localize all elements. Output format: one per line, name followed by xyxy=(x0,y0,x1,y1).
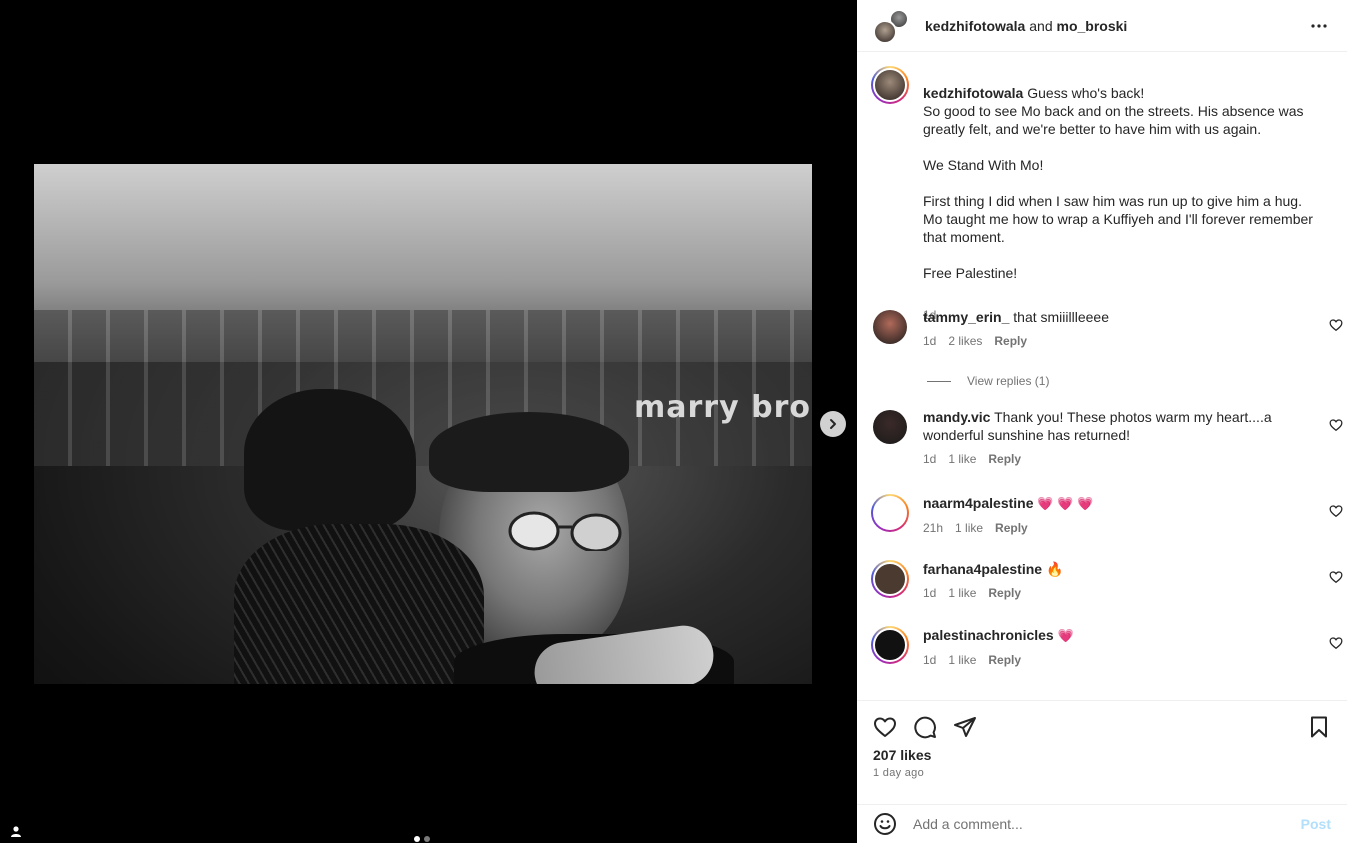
collab-avatars[interactable] xyxy=(873,6,913,46)
comment-like-heart-icon[interactable] xyxy=(1329,318,1343,332)
comment-time: 1d xyxy=(923,334,937,348)
comment-input[interactable] xyxy=(913,816,1301,832)
avatar xyxy=(873,19,897,44)
comment-row: palestinachronicles 💗 1d 1 like Reply xyxy=(857,626,1347,669)
caption-username[interactable]: kedzhifotowala xyxy=(923,85,1023,101)
post-timestamp: 1 day ago xyxy=(873,767,925,779)
author-link[interactable]: kedzhifotowala xyxy=(925,18,1025,34)
comment-username[interactable]: farhana4palestine xyxy=(923,561,1042,577)
user-icon xyxy=(11,826,21,837)
caption-text: Guess who's back! So good to see Mo back… xyxy=(923,85,1313,281)
post-authors: kedzhifotowala and mo_broski xyxy=(925,18,1127,34)
comment-text: 🔥 xyxy=(1045,561,1064,577)
avatar[interactable] xyxy=(873,410,907,444)
comment-likes[interactable]: 1 like xyxy=(948,651,976,669)
comment-like-heart-icon[interactable] xyxy=(1329,570,1343,584)
comment-username[interactable]: palestinachronicles xyxy=(923,627,1054,643)
emoji-button[interactable] xyxy=(873,812,897,836)
comment-icon xyxy=(914,716,936,739)
emoji-icon xyxy=(874,813,896,835)
carousel-indicator xyxy=(414,836,430,842)
comment-time: 1d xyxy=(923,653,937,667)
post-caption: kedzhifotowala Guess who's back! So good… xyxy=(857,52,1347,342)
avatar[interactable] xyxy=(873,310,907,344)
post-panel: kedzhifotowala and mo_broski kedzhifotow… xyxy=(857,0,1347,843)
comment-likes[interactable]: 1 like xyxy=(948,584,976,602)
comment-like-heart-icon[interactable] xyxy=(1329,504,1343,518)
save-button[interactable] xyxy=(1307,715,1331,739)
comment-text: that smiiillleeee xyxy=(1013,309,1109,325)
post-header: kedzhifotowala and mo_broski xyxy=(857,0,1347,52)
comments-section[interactable]: kedzhifotowala Guess who's back! So good… xyxy=(857,52,1347,700)
more-dots-icon xyxy=(1311,23,1327,28)
comment-row: naarm4palestine 💗 💗 💗 21h 1 like Reply xyxy=(857,494,1347,537)
storefront-sign: marry bro xyxy=(634,390,811,425)
child-figure xyxy=(234,524,484,684)
child-hat xyxy=(244,389,416,531)
comment-time: 1d xyxy=(923,586,937,600)
comment-row: tammy_erin_ that smiiillleeee 1d 2 likes Re… xyxy=(857,308,1347,350)
reply-button[interactable]: Reply xyxy=(988,584,1021,602)
avatar[interactable] xyxy=(871,626,909,664)
media-viewer: marry bro xyxy=(0,0,857,843)
view-replies-label: View replies (1) xyxy=(967,374,1050,388)
avatar[interactable] xyxy=(871,494,909,532)
comment-like-heart-icon[interactable] xyxy=(1329,636,1343,650)
likes-count[interactable]: 207 likes xyxy=(857,739,1347,763)
heart-icon xyxy=(874,717,896,737)
share-button[interactable] xyxy=(953,715,977,739)
bookmark-icon xyxy=(1311,716,1327,738)
comment-likes[interactable]: 1 like xyxy=(948,450,976,468)
action-bar: 207 likes 1 day ago xyxy=(857,700,1347,804)
carousel-dot xyxy=(424,836,430,842)
comment-likes[interactable]: 1 like xyxy=(955,519,983,537)
authors-conjunction: and xyxy=(1029,17,1053,34)
author-link[interactable]: mo_broski xyxy=(1057,18,1128,34)
comment-text: 💗 💗 💗 xyxy=(1037,496,1094,511)
reply-button[interactable]: Reply xyxy=(988,450,1021,468)
reply-button[interactable]: Reply xyxy=(994,332,1027,350)
comment-button[interactable] xyxy=(913,715,937,739)
comment-username[interactable]: mandy.vic xyxy=(923,409,990,425)
add-comment-bar: Post xyxy=(857,804,1347,843)
comment-likes[interactable]: 2 likes xyxy=(948,332,982,350)
avatar[interactable] xyxy=(871,66,909,104)
tagged-users-button[interactable] xyxy=(8,823,24,839)
more-options-button[interactable] xyxy=(1307,14,1331,38)
comment-time: 1d xyxy=(923,452,937,466)
reply-button[interactable]: Reply xyxy=(995,519,1028,537)
view-replies-button[interactable]: View replies (1) xyxy=(927,374,1049,388)
paper-plane-icon xyxy=(954,717,976,737)
comment-time: 21h xyxy=(923,521,944,535)
comment-like-heart-icon[interactable] xyxy=(1329,418,1343,432)
comment-username[interactable]: naarm4palestine xyxy=(923,495,1034,511)
comment-text: 💗 xyxy=(1057,628,1074,643)
sunglasses xyxy=(508,511,622,551)
reply-button[interactable]: Reply xyxy=(988,651,1021,669)
comment-row: farhana4palestine 🔥 1d 1 like Reply xyxy=(857,560,1347,602)
avatar[interactable] xyxy=(871,560,909,598)
next-slide-button[interactable] xyxy=(820,411,846,437)
post-photo[interactable]: marry bro xyxy=(34,164,812,684)
carousel-dot xyxy=(414,836,420,842)
like-button[interactable] xyxy=(873,715,897,739)
chevron-right-icon xyxy=(830,419,836,429)
post-comment-button[interactable]: Post xyxy=(1301,816,1331,832)
comment-row: mandy.vic Thank you! These photos warm m… xyxy=(857,408,1347,468)
comment-username[interactable]: tammy_erin_ xyxy=(923,309,1009,325)
